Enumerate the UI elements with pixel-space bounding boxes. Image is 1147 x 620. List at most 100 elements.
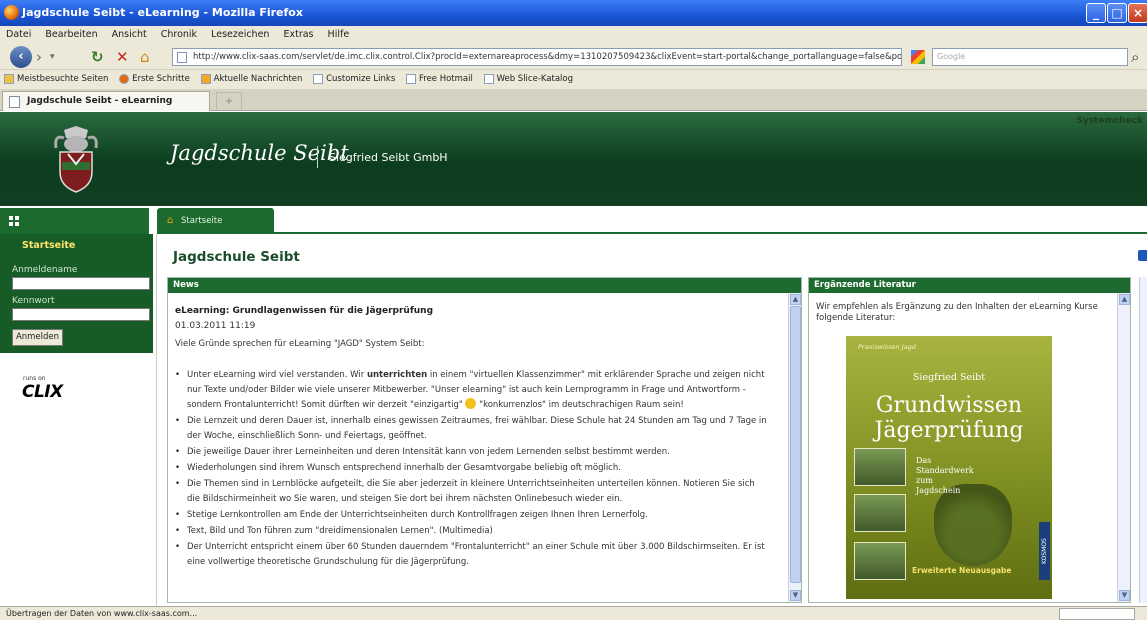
scroll-down-icon[interactable]: ▼ <box>1119 590 1130 601</box>
nav-underline <box>157 232 1147 234</box>
smiley-icon <box>465 398 477 409</box>
list-item: Die Lernzeit und deren Dauer ist, innerh… <box>175 414 788 444</box>
login-box: Startseite Anmeldename Kennwort Anmelden <box>0 234 153 353</box>
bookmark-meistbesuchte[interactable]: Meistbesuchte Seiten <box>4 70 108 89</box>
book-title-line1: Grundwissen <box>875 393 1023 418</box>
bookmark-aktuelle-nachrichten[interactable]: Aktuelle Nachrichten <box>200 70 302 89</box>
menu-hilfe[interactable]: Hilfe <box>328 29 350 40</box>
menu-lesezeichen[interactable]: Lesezeichen <box>211 29 269 40</box>
bookmark-free-hotmail[interactable]: Free Hotmail <box>405 70 473 89</box>
list-item: Unter eLearning wird viel verstanden. Wi… <box>175 368 788 413</box>
literature-heading: Ergänzende Literatur <box>809 278 1130 293</box>
menu-bar: Datei Bearbeiten Ansicht Chronik Lesezei… <box>0 26 1147 44</box>
book-title-line2: Jägerprüfung <box>874 418 1024 443</box>
tab-startseite-label: Startseite <box>181 216 223 226</box>
history-dropdown-icon[interactable]: ▾ <box>50 48 55 66</box>
back-button[interactable]: ‹ <box>10 46 32 68</box>
login-button[interactable]: Anmelden <box>12 329 63 346</box>
password-input[interactable] <box>12 308 150 321</box>
window-titlebar: Jagdschule Seibt - eLearning - Mozilla F… <box>0 0 1147 26</box>
navigation-toolbar: ‹ › ▾ ↻ ✕ ⌂ http://www.clix-saas.com/ser… <box>0 44 1147 70</box>
news-scrollbar[interactable]: ▲ ▼ <box>788 293 801 602</box>
header-divider <box>317 146 318 168</box>
book-series: Praxiswissen Jagd <box>858 343 916 351</box>
list-item: Die jeweilige Dauer ihrer Lerneinheiten … <box>175 445 788 460</box>
publisher-label: KOSMOS <box>1039 522 1050 580</box>
search-icon[interactable]: ⌕ <box>1131 48 1139 66</box>
reload-icon[interactable]: ↻ <box>91 48 104 66</box>
new-tab-button[interactable]: + <box>216 92 242 110</box>
article-date: 01.03.2011 11:19 <box>175 321 256 331</box>
article-intro: Viele Gründe sprechen für eLearning "JAG… <box>175 339 425 349</box>
username-label: Anmeldename <box>12 265 78 275</box>
site-title: Jagdschule Seibt <box>170 141 349 165</box>
firefox-icon <box>4 5 19 20</box>
bookmark-web-slice[interactable]: Web Slice-Katalog <box>483 70 573 89</box>
page-scrollbar[interactable] <box>1139 277 1147 603</box>
page-icon <box>9 96 20 108</box>
status-text: Übertragen der Daten von www.clix-saas.c… <box>6 609 198 618</box>
scroll-up-icon[interactable]: ▲ <box>790 294 801 305</box>
book-subtitle: Das Standardwerk zum Jagdschein <box>916 456 974 495</box>
maximize-button[interactable]: □ <box>1107 3 1127 23</box>
sidebar: Startseite Anmeldename Kennwort Anmelden… <box>0 234 157 612</box>
menu-toggle[interactable] <box>0 208 153 234</box>
browser-tab[interactable]: Jagdschule Seibt - eLearning <box>2 91 210 111</box>
menu-chronik[interactable]: Chronik <box>161 29 197 40</box>
tab-label: Jagdschule Seibt - eLearning <box>27 96 173 106</box>
forward-icon[interactable]: › <box>36 48 42 66</box>
list-item: Der Unterricht entspricht einem über 60 … <box>175 540 788 570</box>
close-button[interactable]: × <box>1128 3 1147 23</box>
bookmark-customize-links[interactable]: Customize Links <box>313 70 395 89</box>
list-item: Text, Bild und Ton führen zum "dreidimen… <box>175 524 788 539</box>
home-icon: ⌂ <box>167 215 174 226</box>
tab-startseite[interactable]: ⌂ Startseite <box>157 208 274 234</box>
news-heading: News <box>168 278 801 293</box>
minimize-button[interactable]: _ <box>1086 3 1106 23</box>
url-bar[interactable]: http://www.clix-saas.com/servlet/de.imc.… <box>172 48 902 66</box>
menu-ansicht[interactable]: Ansicht <box>112 29 147 40</box>
password-label: Kennwort <box>12 296 55 306</box>
username-input[interactable] <box>12 277 150 290</box>
edit-icon[interactable] <box>1138 250 1147 261</box>
menu-datei[interactable]: Datei <box>6 29 31 40</box>
systemcheck-link[interactable]: Systemcheck <box>1076 116 1143 126</box>
portal-navigation: ⌂ Startseite <box>0 206 1147 234</box>
paw-print-icon <box>934 484 1012 566</box>
page-icon <box>177 52 187 63</box>
search-input[interactable]: Google <box>932 48 1128 66</box>
runs-on-label: runs on <box>23 375 46 382</box>
site-header: Jagdschule Seibt Siegfried Seibt GmbH Sy… <box>0 112 1147 206</box>
article-title[interactable]: eLearning: Grundlagenwissen für die Jäge… <box>175 306 788 316</box>
sidebar-heading[interactable]: Startseite <box>22 240 75 251</box>
book-photo <box>854 494 906 532</box>
home-icon[interactable]: ⌂ <box>140 48 150 66</box>
news-bullet-list: Unter eLearning wird viel verstanden. Wi… <box>175 368 788 570</box>
list-item: Die Themen sind in Lernblöcke aufgeteilt… <box>175 477 788 507</box>
book-cover[interactable]: Praxiswissen Jagd Siegfried Seibt Grundw… <box>846 336 1052 599</box>
grid-icon <box>9 216 19 226</box>
bookmarks-toolbar: Meistbesuchte Seiten Erste Schritte Aktu… <box>0 70 1147 89</box>
news-panel: News eLearning: Grundlagenwissen für die… <box>167 277 802 603</box>
scroll-thumb[interactable] <box>790 306 801 583</box>
book-edition: Erweiterte Neuausgabe <box>912 566 1012 575</box>
scroll-up-icon[interactable]: ▲ <box>1119 294 1130 305</box>
list-item: Stetige Lernkontrollen am Ende der Unter… <box>175 508 788 523</box>
clix-logo: CLIX <box>22 382 63 402</box>
bookmark-erste-schritte[interactable]: Erste Schritte <box>119 70 190 89</box>
tab-strip: Jagdschule Seibt - eLearning + <box>0 89 1147 111</box>
status-bar: Übertragen der Daten von www.clix-saas.c… <box>0 606 1147 620</box>
url-text: http://www.clix-saas.com/servlet/de.imc.… <box>193 52 902 62</box>
list-item: Wiederholungen sind ihrem Wunsch entspre… <box>175 461 788 476</box>
stop-icon[interactable]: ✕ <box>116 48 129 66</box>
window-title: Jagdschule Seibt - eLearning - Mozilla F… <box>22 6 303 19</box>
book-photo <box>854 542 906 580</box>
book-photo <box>854 448 906 486</box>
google-icon[interactable] <box>911 50 925 64</box>
menu-extras[interactable]: Extras <box>283 29 313 40</box>
news-content: eLearning: Grundlagenwissen für die Jäge… <box>168 293 788 602</box>
page-title: Jagdschule Seibt <box>173 249 300 265</box>
literature-scrollbar[interactable]: ▲ ▼ <box>1117 293 1130 602</box>
scroll-down-icon[interactable]: ▼ <box>790 590 801 601</box>
menu-bearbeiten[interactable]: Bearbeiten <box>45 29 97 40</box>
